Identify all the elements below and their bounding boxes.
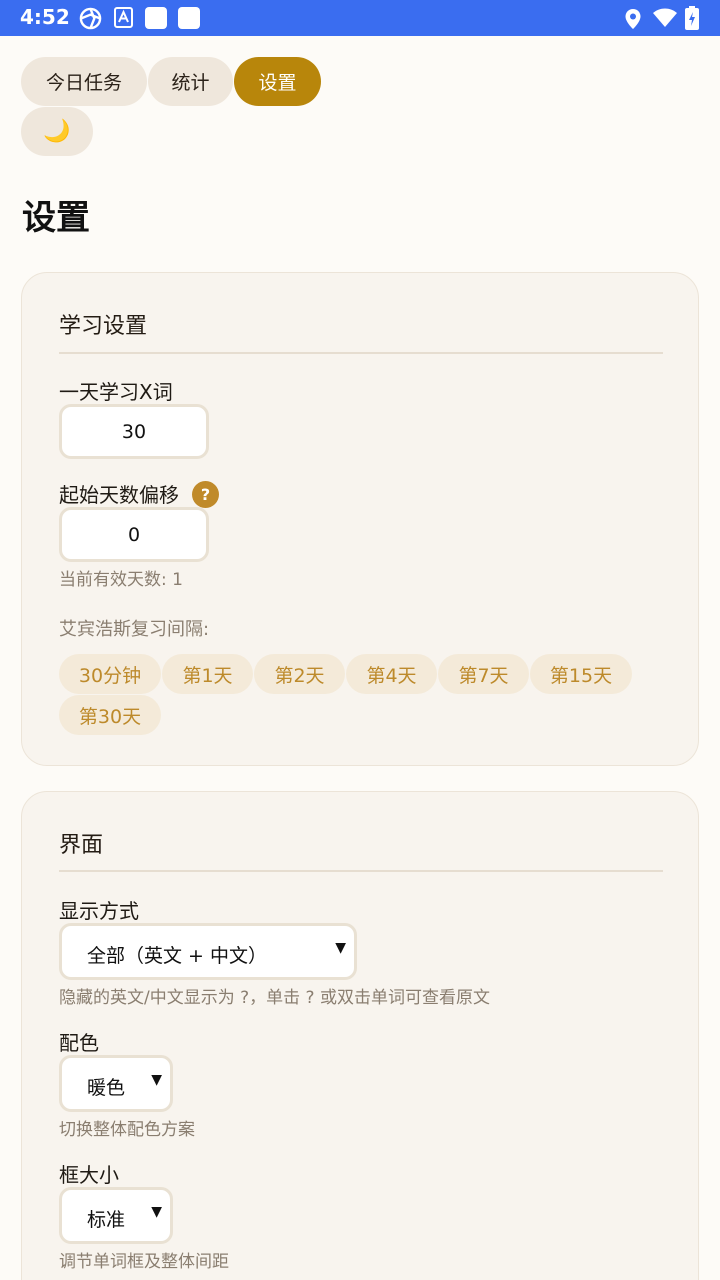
notification-icon (145, 7, 167, 29)
display-mode-select[interactable]: 全部（英文 + 中文） ▼ (59, 923, 357, 980)
box-size-value: 标准 (87, 1209, 126, 1231)
theme-toggle-moon-icon[interactable]: 🌙 (21, 107, 93, 156)
status-time: 4:52 (20, 5, 70, 29)
divider (59, 352, 663, 354)
dropdown-arrow-icon: ▼ (151, 1204, 162, 1220)
battery-icon (685, 6, 699, 30)
interval-chip: 第4天 (346, 654, 437, 694)
display-mode-label: 显示方式 (59, 899, 139, 923)
display-mode-hint: 隐藏的英文/中文显示为 ?，单击 ? 或双击单词可查看原文 (59, 988, 490, 1008)
divider (59, 870, 663, 872)
dropdown-arrow-icon: ▼ (335, 940, 346, 956)
interval-chip: 第7天 (438, 654, 529, 694)
interval-chip: 第15天 (530, 654, 632, 694)
offset-label: 起始天数偏移 (59, 483, 179, 507)
status-bar: 4:52 (0, 0, 720, 36)
study-settings-card: 学习设置 一天学习X词 30 起始天数偏移 ? 0 当前有效天数: 1 艾宾浩斯… (21, 272, 699, 766)
tab-today[interactable]: 今日任务 (21, 57, 147, 106)
page-title: 设置 (22, 198, 90, 238)
location-icon (625, 9, 641, 29)
a11y-app-icon (114, 7, 133, 28)
effective-days-text: 当前有效天数: 1 (59, 570, 183, 590)
daily-words-label: 一天学习X词 (59, 380, 173, 404)
notification-icon (178, 7, 200, 29)
interface-settings-card: 界面 显示方式 全部（英文 + 中文） ▼ 隐藏的英文/中文显示为 ?，单击 ?… (21, 791, 699, 1280)
interval-chip: 30分钟 (59, 654, 161, 694)
wifi-icon (653, 8, 677, 27)
box-size-label: 框大小 (59, 1163, 119, 1187)
tab-stats[interactable]: 统计 (148, 57, 233, 106)
section-title-study: 学习设置 (59, 314, 148, 339)
interval-chip: 第1天 (162, 654, 253, 694)
color-scheme-select[interactable]: 暖色 ▼ (59, 1055, 173, 1112)
display-mode-value: 全部（英文 + 中文） (87, 945, 267, 967)
interval-chip: 第30天 (59, 695, 161, 735)
box-size-select[interactable]: 标准 ▼ (59, 1187, 173, 1244)
box-size-hint: 调节单词框及整体间距 (59, 1252, 229, 1272)
color-scheme-hint: 切换整体配色方案 (59, 1120, 195, 1140)
color-scheme-value: 暖色 (87, 1077, 126, 1099)
ebbinghaus-label: 艾宾浩斯复习间隔: (59, 619, 210, 640)
section-title-interface: 界面 (59, 833, 104, 858)
help-icon[interactable]: ? (192, 481, 219, 508)
tab-settings[interactable]: 设置 (234, 57, 321, 106)
daily-words-input[interactable]: 30 (59, 404, 209, 459)
color-scheme-label: 配色 (59, 1031, 99, 1055)
interval-chip: 第2天 (254, 654, 345, 694)
dropdown-arrow-icon: ▼ (151, 1072, 162, 1088)
offset-input[interactable]: 0 (59, 507, 209, 562)
shutter-icon (79, 7, 102, 30)
